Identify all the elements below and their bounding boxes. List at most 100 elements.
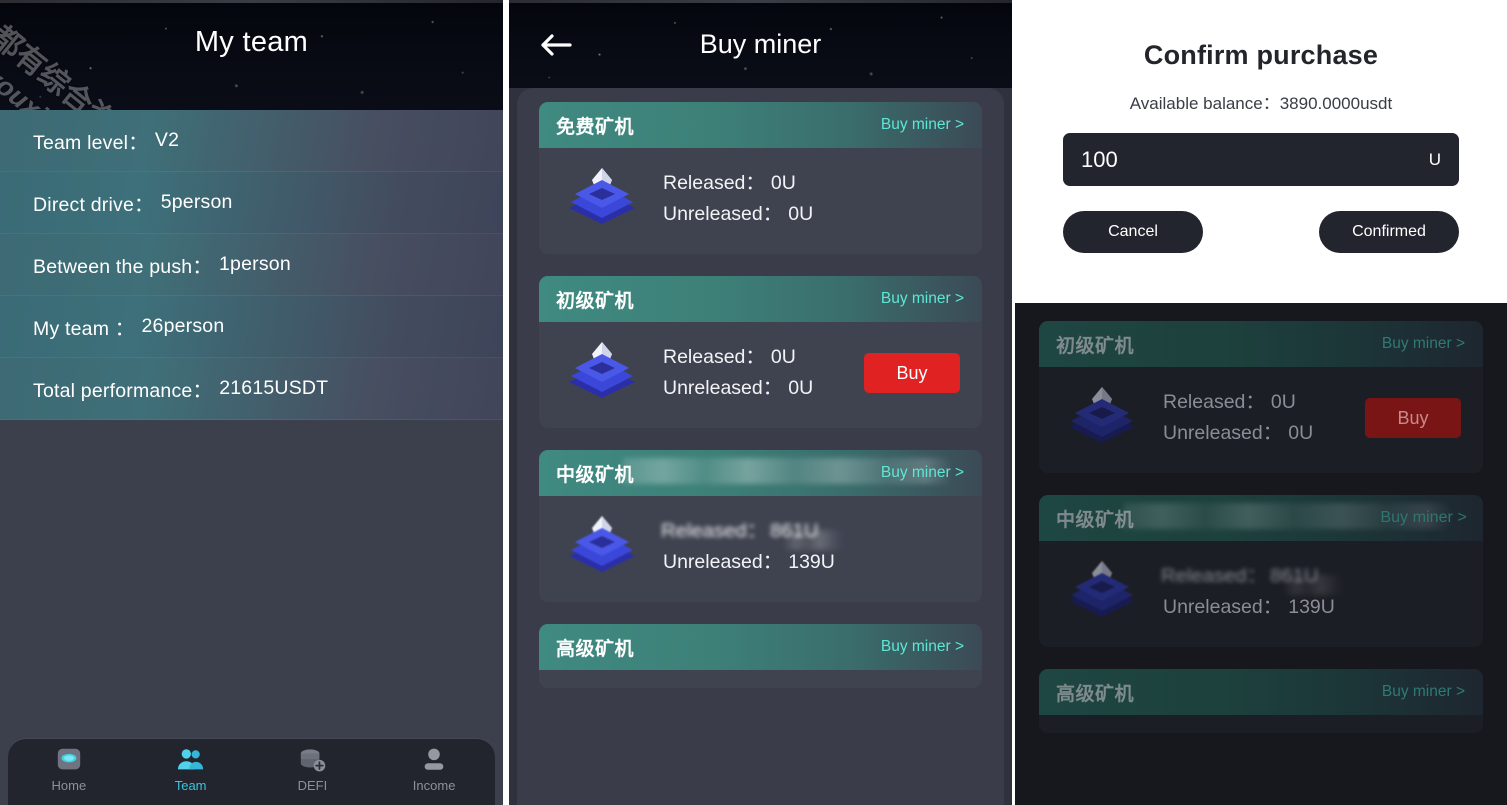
released-value: 0U [770, 346, 796, 368]
unreleased-value: 139U [788, 551, 835, 573]
row-value: 1person [219, 253, 291, 275]
miner-card-title: 初级矿机 [556, 290, 635, 312]
team-stats-list: Team level： V2 Direct drive： 5person Bet… [0, 110, 503, 420]
unreleased-value: 0U [788, 203, 814, 225]
unreleased-value: 0U [788, 377, 814, 399]
unreleased-label: Unreleased： [1163, 596, 1283, 618]
released-label: Released： [660, 520, 767, 542]
miner-card-body [1039, 715, 1483, 733]
tab-team[interactable]: Team [130, 746, 252, 793]
buy-button[interactable]: Buy [1365, 398, 1461, 438]
screenshot-stage: My team 全都有综合资源网 douyouxi.com Team level… [0, 0, 1507, 805]
miner-rig-icon [569, 342, 635, 398]
tab-defi-label: DEFI [297, 778, 328, 793]
miner-card[interactable]: 初级矿机 Buy miner > Released： 0U Unreleased… [539, 276, 982, 428]
home-icon [57, 748, 81, 770]
unreleased-line: Unreleased： 139U [1163, 592, 1465, 623]
miner-card-header: 中级矿机 Buy miner > [1039, 495, 1483, 541]
miner-card-stats: Released： 0U Unreleased： 0U [1163, 387, 1351, 449]
table-row[interactable]: Between the push： 1person [0, 234, 503, 296]
miner-card-stats: Released： 861U Unreleased： 139U [1160, 561, 1465, 623]
miner-card[interactable]: 免费矿机 Buy miner > Released： 0U Unreleased… [539, 102, 982, 254]
miner-card-stats: Released： 0U Unreleased： 0U [663, 342, 850, 404]
miner-card[interactable]: 初级矿机 Buy miner > Released： 0U Unreleased… [1039, 321, 1483, 473]
released-line: Released： 861U [1160, 561, 1465, 592]
miner-card-header: 高级矿机 Buy miner > [539, 624, 982, 670]
buy-miner-link[interactable]: Buy miner > [881, 116, 964, 134]
table-row[interactable]: Team level： V2 [0, 110, 503, 172]
unreleased-line: Unreleased： 139U [663, 547, 964, 578]
miner-card-body: Released： 861U Unreleased： 139U [1039, 541, 1483, 647]
buy-miner-link[interactable]: Buy miner > [881, 638, 964, 656]
page-title: My team [194, 26, 309, 58]
table-row[interactable]: Total performance： 21615USDT [0, 358, 503, 420]
row-label: Team level： [33, 132, 148, 154]
released-label: Released： [1163, 391, 1265, 413]
table-row[interactable]: Direct drive： 5person [0, 172, 503, 234]
tab-home[interactable]: Home [8, 746, 130, 793]
unreleased-label: Unreleased： [663, 551, 783, 573]
bottom-tab-bar: Home Team DEFI Income [8, 739, 495, 805]
tab-income-label: Income [412, 778, 456, 793]
tab-team-label: Team [174, 778, 207, 793]
unreleased-label: Unreleased： [663, 377, 783, 399]
buy-miner-link[interactable]: Buy miner > [881, 464, 964, 482]
miner-card-title: 中级矿机 [1056, 509, 1135, 531]
miner-card[interactable]: 中级矿机 Buy miner > Released： 861U Unreleas… [539, 450, 982, 602]
buy-miner-link[interactable]: Buy miner > [1382, 335, 1465, 353]
status-hairline [509, 0, 1012, 3]
table-row[interactable]: My team ： 26person [0, 296, 503, 358]
team-icon [177, 749, 203, 770]
released-value: 0U [770, 172, 796, 194]
buy-miner-link[interactable]: Buy miner > [881, 290, 964, 308]
buy-button[interactable]: Buy [864, 353, 960, 393]
cancel-button[interactable]: Cancel [1063, 211, 1203, 253]
confirm-purchase-dialog: Confirm purchase Available balance：3890.… [1015, 0, 1507, 303]
released-line: Released： 0U [663, 342, 850, 373]
miner-card-body [539, 670, 982, 688]
miner-rig-icon [1069, 561, 1135, 617]
miner-card-body: Released： 0U Unreleased： 0U [539, 148, 982, 254]
released-line: Released： 0U [663, 168, 964, 199]
miner-card[interactable]: 高级矿机 Buy miner > [1039, 669, 1483, 733]
tab-defi[interactable]: DEFI [252, 746, 374, 793]
unreleased-value: 0U [1288, 422, 1314, 444]
released-line: Released： 861U [660, 516, 964, 547]
released-label: Released： [1160, 565, 1267, 587]
miner-card-header: 免费矿机 Buy miner > [539, 102, 982, 148]
miner-rig-icon [569, 516, 635, 572]
buy-miner-screen: Buy miner 免费矿机 Buy miner > Released： 0U … [509, 0, 1012, 805]
released-value: 861U [769, 520, 819, 542]
tab-home-label: Home [51, 778, 87, 793]
unreleased-line: Unreleased： 0U [663, 199, 964, 230]
amount-input-wrapper[interactable]: U [1063, 133, 1459, 186]
released-label: Released： [663, 172, 765, 194]
miner-card-stats: Released： 861U Unreleased： 139U [660, 516, 964, 578]
row-label: Between the push： [33, 256, 213, 278]
buy-miner-link[interactable]: Buy miner > [1382, 683, 1465, 701]
confirm-button[interactable]: Confirmed [1319, 211, 1459, 253]
income-icon [424, 748, 444, 770]
miner-card-body: Released： 861U Unreleased： 139U [539, 496, 982, 602]
miner-card-body: Released： 0U Unreleased： 0U Buy [1039, 367, 1483, 473]
released-label: Released： [663, 346, 765, 368]
amount-input[interactable] [1081, 146, 1429, 173]
dialog-title: Confirm purchase [1143, 40, 1379, 70]
miner-list[interactable]: 免费矿机 Buy miner > Released： 0U Unreleased… [517, 88, 1004, 805]
miner-card-title: 中级矿机 [556, 464, 635, 486]
miner-card-header: 初级矿机 Buy miner > [539, 276, 982, 322]
row-label: Direct drive： [33, 194, 154, 216]
miner-card[interactable]: 高级矿机 Buy miner > [539, 624, 982, 688]
tab-income[interactable]: Income [373, 746, 495, 793]
dimmed-miner-list: 初级矿机 Buy miner > Released： 0U Unreleased… [1015, 303, 1507, 805]
buy-miner-link[interactable]: Buy miner > [1380, 509, 1466, 527]
row-label: Total performance： [33, 380, 213, 402]
released-line: Released： 0U [1163, 387, 1351, 418]
miner-card[interactable]: 中级矿机 Buy miner > Released： 861U Unreleas… [1039, 495, 1483, 647]
miner-card-header: 初级矿机 Buy miner > [1039, 321, 1483, 367]
unreleased-line: Unreleased： 0U [1163, 418, 1351, 449]
miner-card-header: 中级矿机 Buy miner > [539, 450, 982, 496]
miner-rig-icon [1069, 387, 1135, 443]
row-value: 21615USDT [219, 377, 329, 399]
available-balance-text: Available balance：3890.0000usdt [1129, 94, 1393, 113]
